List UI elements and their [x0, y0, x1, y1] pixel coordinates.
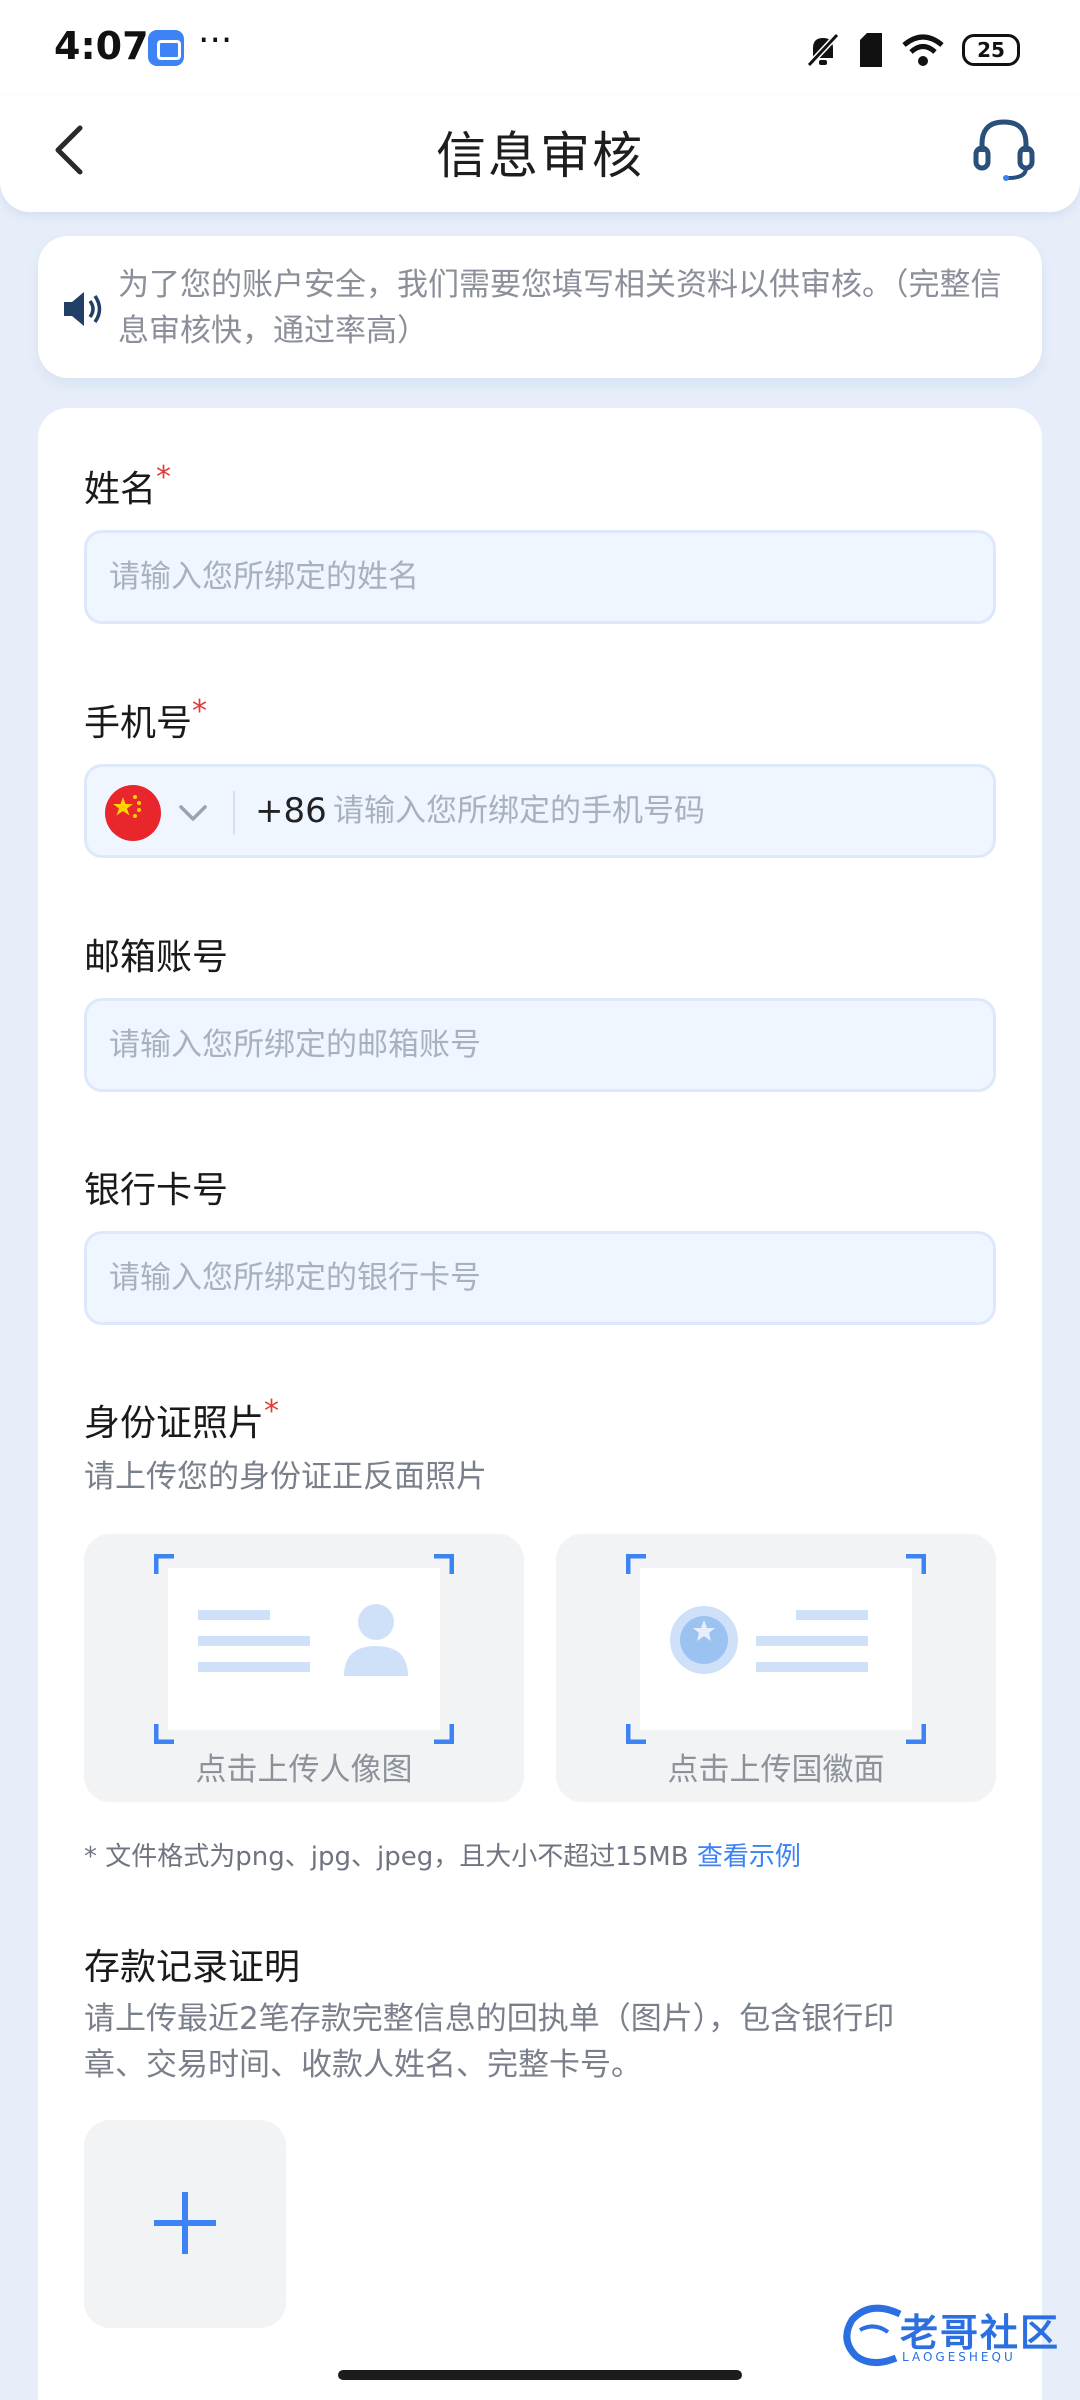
phone-label-text: 手机号: [84, 703, 193, 744]
customer-service-icon[interactable]: [968, 114, 1040, 186]
notice-text: 为了您的账户安全，我们需要您填写相关资料以供审核。（完整信息审核快，通过率高）: [118, 267, 1002, 349]
email-input[interactable]: 请输入您所绑定的邮箱账号: [84, 998, 996, 1092]
nav-header: 信息审核: [0, 96, 1080, 212]
watermark-subtext: LAOGESHEQU: [902, 2350, 1016, 2364]
id-back-illustration-icon: [626, 1554, 926, 1744]
name-input[interactable]: 请输入您所绑定的姓名: [84, 530, 996, 624]
id-front-illustration-icon: [154, 1554, 454, 1744]
status-bar: 4:07 ··· 25: [0, 0, 1080, 96]
upload-id-back[interactable]: 点击上传国徽面: [556, 1534, 996, 1802]
view-example-link[interactable]: 查看示例: [697, 1842, 801, 1872]
phone-placeholder: 请输入您所绑定的手机号码: [333, 793, 705, 829]
divider: [233, 791, 235, 835]
phone-input[interactable]: +86 请输入您所绑定的手机号码: [84, 764, 996, 858]
upload-front-label: 点击上传人像图: [195, 1752, 413, 1788]
deposit-hint-line2: 章、交易时间、收款人姓名、完整卡号。: [84, 2047, 642, 2083]
china-flag-icon[interactable]: [105, 785, 161, 841]
system-icons: 25: [806, 30, 1020, 70]
more-notifications-icon: ···: [198, 20, 233, 61]
email-label: 邮箱账号: [84, 937, 229, 978]
status-time: 4:07: [54, 24, 149, 68]
mute-bell-icon: [806, 32, 840, 68]
id-photo-label: 身份证照片*: [84, 1394, 279, 1446]
bank-card-input[interactable]: 请输入您所绑定的银行卡号: [84, 1231, 996, 1325]
battery-icon: 25: [962, 34, 1020, 66]
name-label-text: 姓名: [84, 469, 157, 510]
home-indicator[interactable]: [338, 2370, 742, 2380]
file-format-text: * 文件格式为png、jpg、jpeg，且大小不超过15MB: [84, 1842, 689, 1872]
bank-card-label: 银行卡号: [84, 1170, 229, 1211]
required-mark: *: [264, 1394, 280, 1429]
country-code: +86: [255, 791, 327, 831]
sim-card-icon: [860, 33, 882, 67]
watermark-text: 老哥社区: [900, 2311, 1061, 2355]
speaker-icon: [64, 292, 102, 326]
required-mark: *: [192, 694, 208, 729]
upload-id-front[interactable]: 点击上传人像图: [84, 1534, 524, 1802]
upload-deposit-button[interactable]: [84, 2120, 286, 2328]
name-label: 姓名*: [84, 460, 171, 512]
wifi-icon: [902, 34, 944, 66]
chevron-down-icon[interactable]: [177, 797, 209, 829]
plus-icon: [154, 2192, 216, 2254]
deposit-hint-line1: 请上传最近2笔存款完整信息的回执单（图片），包含银行印: [84, 2001, 895, 2037]
id-photo-hint: 请上传您的身份证正反面照片: [84, 1459, 487, 1495]
watermark-logo: 老哥社区 LAOGESHEQU: [840, 2300, 1070, 2370]
upload-back-label: 点击上传国徽面: [667, 1752, 885, 1788]
page-title: 信息审核: [436, 127, 644, 185]
required-mark: *: [156, 460, 172, 495]
file-format-note: * 文件格式为png、jpg、jpeg，且大小不超过15MB 查看示例: [84, 1836, 801, 1873]
deposit-proof-label: 存款记录证明: [84, 1947, 301, 1988]
app-notification-icon: [148, 30, 184, 66]
id-photo-label-text: 身份证照片: [84, 1403, 265, 1444]
security-notice: 为了您的账户安全，我们需要您填写相关资料以供审核。（完整信息审核快，通过率高）: [38, 236, 1042, 378]
phone-label: 手机号*: [84, 694, 207, 746]
